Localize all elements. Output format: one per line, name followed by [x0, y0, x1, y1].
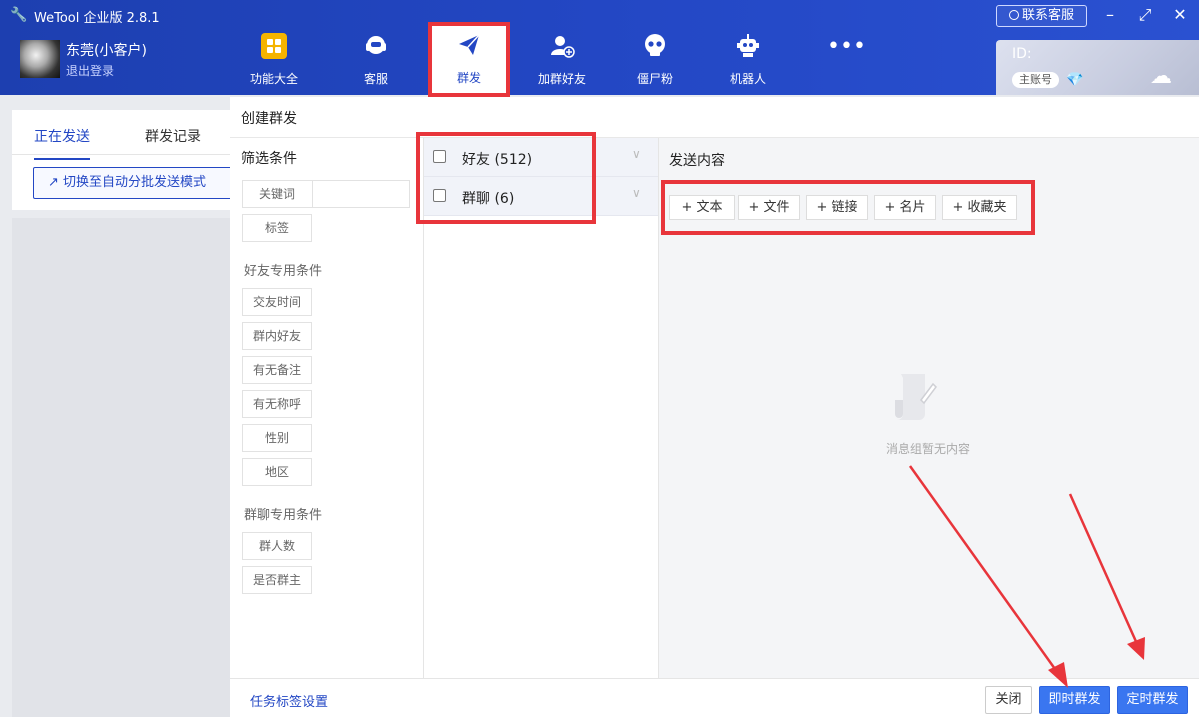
background-panel: 正在发送 群发记录 ↗ 切换至自动分批发送模式 — [12, 110, 243, 210]
nav-label: 功能大全 — [249, 72, 298, 86]
avatar[interactable] — [20, 40, 60, 78]
nav-feature-hub[interactable]: 功能大全 — [228, 30, 320, 95]
nav-add-group-friends[interactable]: 加群好友 — [516, 30, 608, 95]
close-button[interactable]: 关闭 — [985, 686, 1032, 714]
account-card[interactable]: ID: 主账号 💎 ☁ — [996, 40, 1199, 95]
app-header: 🔧 WeTool 企业版 2.8.1 联系客服 – ⤢ ✕ 东莞(小客户) 退出… — [0, 0, 1199, 95]
group-filter-section: 群聊专用条件 — [244, 508, 323, 523]
more-icon: ••• — [827, 34, 866, 59]
headset-icon — [362, 33, 390, 61]
diamond-icon: 💎 — [1066, 72, 1084, 88]
user-name: 东莞(小客户) — [66, 43, 147, 59]
annotation-highlight-targets — [416, 132, 596, 224]
nav-robot[interactable]: 机器人 — [702, 30, 794, 95]
title-bar: 🔧 WeTool 企业版 2.8.1 联系客服 – ⤢ ✕ — [0, 0, 1199, 30]
chevron-down-icon[interactable]: ∨ — [632, 186, 641, 200]
arrow-up-right-icon: ↗ — [48, 175, 59, 190]
in-group-friend-filter[interactable]: 群内好友 — [242, 322, 312, 350]
has-title-filter[interactable]: 有无称呼 — [242, 390, 312, 418]
headset-small-icon — [1008, 10, 1019, 20]
contact-support-button[interactable]: 联系客服 — [996, 5, 1087, 27]
chevron-down-icon[interactable]: ∨ — [632, 147, 641, 161]
logout-link[interactable]: 退出登录 — [66, 62, 114, 79]
annotation-highlight-content-buttons — [661, 180, 1035, 235]
friend-time-filter[interactable]: 交友时间 — [242, 288, 312, 316]
gender-filter[interactable]: 性别 — [242, 424, 312, 452]
cloud-icon: ☁ — [1150, 64, 1172, 89]
nav-label: 僵尸粉 — [636, 72, 673, 86]
contact-support-label: 联系客服 — [1021, 8, 1074, 23]
filter-title: 筛选条件 — [241, 151, 297, 167]
annotation-highlight-nav — [428, 22, 510, 97]
scheduled-send-button[interactable]: 定时群发 — [1117, 686, 1188, 714]
main-account-badge: 主账号 — [1012, 72, 1059, 88]
grid-icon — [260, 33, 288, 61]
has-remark-filter[interactable]: 有无备注 — [242, 356, 312, 384]
nav-customer-service[interactable]: 客服 — [330, 30, 422, 95]
wrench-logo-icon: 🔧 — [10, 7, 28, 23]
account-id-label: ID: — [1012, 46, 1032, 62]
add-user-icon — [548, 33, 576, 61]
nav-label: 客服 — [363, 72, 388, 86]
region-filter[interactable]: 地区 — [242, 458, 312, 486]
tab-send-history[interactable]: 群发记录 — [145, 126, 201, 146]
robot-icon — [734, 33, 762, 61]
send-now-button[interactable]: 即时群发 — [1039, 686, 1110, 714]
background-list-area — [12, 218, 230, 717]
maximize-icon[interactable]: ⤢ — [1135, 5, 1155, 25]
dialog-footer: 任务标签设置 关闭 即时群发 定时群发 — [230, 678, 1199, 717]
switch-batch-mode-label: 切换至自动分批发送模式 — [63, 175, 207, 190]
friend-filter-section: 好友专用条件 — [244, 264, 323, 279]
task-tag-settings-link[interactable]: 任务标签设置 — [250, 691, 328, 710]
app-title: WeTool 企业版 2.8.1 — [34, 11, 160, 26]
close-window-icon[interactable]: ✕ — [1170, 5, 1190, 25]
minimize-icon[interactable]: – — [1100, 5, 1120, 25]
is-group-owner-filter[interactable]: 是否群主 — [242, 566, 312, 594]
content-title: 发送内容 — [669, 153, 725, 169]
switch-batch-mode-button[interactable]: ↗ 切换至自动分批发送模式 — [33, 167, 243, 199]
tab-divider — [12, 154, 230, 155]
nav-label: 加群好友 — [537, 72, 586, 86]
tag-filter[interactable]: 标签 — [242, 214, 312, 242]
create-mass-send-dialog: 创建群发 筛选条件 关键词 标签 好友专用条件 交友时间 群内好友 有无备注 有… — [230, 97, 1199, 717]
empty-message: 消息组暂无内容 — [886, 442, 971, 456]
dialog-title: 创建群发 — [241, 111, 297, 127]
skull-icon — [641, 33, 669, 61]
nav-zombie-fans[interactable]: 僵尸粉 — [609, 30, 701, 95]
nav-label: 机器人 — [729, 72, 766, 86]
keyword-filter[interactable]: 关键词 — [242, 180, 410, 208]
filter-panel: 筛选条件 关键词 标签 好友专用条件 交友时间 群内好友 有无备注 有无称呼 性… — [230, 138, 424, 678]
empty-document-icon — [895, 374, 937, 420]
group-size-filter[interactable]: 群人数 — [242, 532, 312, 560]
nav-more[interactable]: ••• — [795, 30, 887, 95]
